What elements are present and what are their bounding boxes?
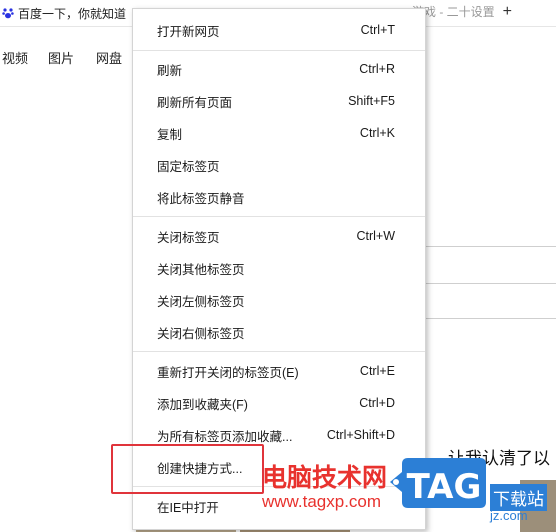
tab-baidu[interactable]: 百度一下，你就知道 [0,0,126,26]
menu-separator [133,216,425,217]
menu-item-shortcut: Ctrl+E [359,364,395,378]
menu-item-shortcut: Ctrl+Shift+D [326,428,395,442]
menu-separator [133,351,425,352]
menu-item-close-other-tabs[interactable]: 关闭其他标签页 [133,253,425,283]
baidu-nav: 视频 图片 网盘 [0,48,122,67]
menu-item-shortcut: Ctrl+D [359,396,395,410]
menu-item-label: 刷新 [157,63,183,78]
menu-item-shortcut: Shift+F5 [348,94,395,108]
tag-logo: TAG [388,454,488,517]
menu-item-close-right-tabs[interactable]: 关闭右侧标签页 [133,317,425,347]
page-section-band [426,246,556,284]
menu-item-pin-tab[interactable]: 固定标签页 [133,150,425,180]
menu-item-label: 将此标签页静音 [157,191,245,206]
menu-item-shortcut: Ctrl+T [360,23,395,37]
baidu-paw-icon [2,7,14,19]
annotation-highlight-box [111,444,264,494]
tab-second[interactable]: 游戏 - 二十设置 + [412,3,512,20]
menu-item-label: 打开新网页 [157,24,220,39]
new-tab-icon[interactable]: + [503,3,512,20]
menu-item-shortcut: Ctrl+W [356,229,395,243]
menu-separator [133,50,425,51]
menu-item-label: 复制 [157,127,183,142]
watermark-download-sub: jz.com [490,508,528,523]
menu-item-mute-tab[interactable]: 将此标签页静音 [133,182,425,212]
nav-item-netdisk[interactable]: 网盘 [96,48,122,67]
menu-item-label: 固定标签页 [157,159,220,174]
menu-item-label: 关闭标签页 [157,230,220,245]
tag-logo-text: TAG [407,467,482,507]
menu-item-refresh-all[interactable]: 刷新所有页面 Shift+F5 [133,86,425,116]
tab-title: 百度一下，你就知道 [18,6,127,21]
watermark-url: www.tagxp.com [262,492,382,511]
divider [426,318,556,319]
menu-item-duplicate[interactable]: 复制 Ctrl+K [133,118,425,148]
watermark-site-name: 电脑技术网 [262,463,388,492]
menu-item-label: 在IE中打开 [157,500,219,515]
menu-item-label: 关闭其他标签页 [157,262,245,277]
menu-item-label: 为所有标签页添加收藏... [157,429,293,444]
menu-item-close-tab[interactable]: 关闭标签页 Ctrl+W [133,221,425,251]
menu-item-label: 关闭左侧标签页 [157,294,245,309]
menu-item-label: 关闭右侧标签页 [157,326,245,341]
nav-item-images[interactable]: 图片 [48,48,74,67]
menu-item-open-new-page[interactable]: 打开新网页 Ctrl+T [133,15,425,45]
menu-item-shortcut: Ctrl+R [359,62,395,76]
menu-item-add-to-favorites[interactable]: 添加到收藏夹(F) Ctrl+D [133,388,425,418]
menu-item-shortcut: Ctrl+K [359,126,395,140]
watermark-download-label: 下载站 [490,484,547,511]
menu-item-reopen-closed-tab[interactable]: 重新打开关闭的标签页(E) Ctrl+E [133,356,425,386]
menu-item-refresh[interactable]: 刷新 Ctrl+R [133,54,425,84]
menu-item-close-left-tabs[interactable]: 关闭左侧标签页 [133,285,425,315]
menu-item-label: 刷新所有页面 [157,95,233,110]
nav-item-video[interactable]: 视频 [2,48,28,67]
menu-item-label: 重新打开关闭的标签页(E) [157,365,299,380]
menu-item-label: 添加到收藏夹(F) [157,397,248,412]
